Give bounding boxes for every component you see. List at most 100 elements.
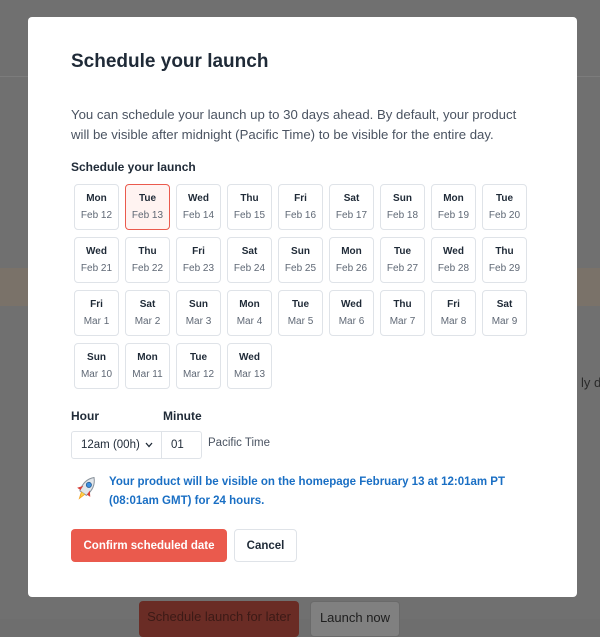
launch-info-text: Your product will be visible on the home… xyxy=(109,476,505,507)
date-option-date: Mar 2 xyxy=(134,316,161,327)
date-grid: Mon Feb 12 Tue Feb 13 Wed Feb 14 Thu Feb 15 Fri F… xyxy=(74,184,534,389)
date-option[interactable]: Thu Feb 22 xyxy=(125,237,170,283)
background-text: ly d xyxy=(581,375,600,390)
date-option[interactable]: Wed Feb 21 xyxy=(74,237,119,283)
date-option-day: Wed xyxy=(86,246,107,257)
date-option[interactable]: Thu Feb 29 xyxy=(482,237,527,283)
date-option-selected[interactable]: Tue Feb 13 xyxy=(125,184,170,230)
date-option[interactable]: Sat Feb 24 xyxy=(227,237,272,283)
date-option-date: Mar 6 xyxy=(338,316,365,327)
date-option-date: Feb 21 xyxy=(80,263,113,274)
date-option-date: Mar 9 xyxy=(491,316,518,327)
date-option[interactable]: Sat Mar 9 xyxy=(482,290,527,336)
date-option-date: Feb 22 xyxy=(131,263,164,274)
date-option-day: Fri xyxy=(192,246,205,257)
date-option[interactable]: Fri Feb 23 xyxy=(176,237,221,283)
date-option-day: Wed xyxy=(341,299,362,310)
date-option-date: Feb 25 xyxy=(284,263,317,274)
date-option-day: Mon xyxy=(137,352,158,363)
date-option[interactable]: Tue Feb 27 xyxy=(380,237,425,283)
date-option[interactable]: Sun Feb 18 xyxy=(380,184,425,230)
date-option[interactable]: Thu Mar 7 xyxy=(380,290,425,336)
date-option[interactable]: Fri Feb 16 xyxy=(278,184,323,230)
time-picker: Hour Minute 12am (00h) Pacific Time xyxy=(71,409,534,469)
date-option-date: Feb 28 xyxy=(437,263,470,274)
date-option-date: Feb 18 xyxy=(386,210,419,221)
date-option-date: Mar 3 xyxy=(185,316,212,327)
date-option-date: Mar 5 xyxy=(287,316,314,327)
date-option-day: Sat xyxy=(496,299,513,310)
background-schedule-button: Schedule launch for later xyxy=(139,601,299,637)
date-option-date: Feb 15 xyxy=(233,210,266,221)
date-option-day: Sat xyxy=(241,246,258,257)
cancel-button[interactable]: Cancel xyxy=(234,529,297,562)
date-section-label: Schedule your launch xyxy=(71,160,196,174)
date-option-date: Feb 26 xyxy=(335,263,368,274)
date-option[interactable]: Tue Mar 5 xyxy=(278,290,323,336)
date-option-date: Mar 13 xyxy=(233,369,266,380)
minute-input[interactable] xyxy=(162,431,202,459)
date-option-date: Mar 1 xyxy=(83,316,110,327)
date-option[interactable]: Sun Mar 10 xyxy=(74,343,119,389)
date-option-day: Tue xyxy=(138,193,157,204)
date-option[interactable]: Tue Mar 12 xyxy=(176,343,221,389)
date-option-day: Tue xyxy=(189,352,208,363)
confirm-scheduled-date-button[interactable]: Confirm scheduled date xyxy=(71,529,227,562)
date-option[interactable]: Sat Mar 2 xyxy=(125,290,170,336)
date-option-date: Mar 10 xyxy=(80,369,113,380)
date-option-date: Feb 19 xyxy=(437,210,470,221)
date-option[interactable]: Tue Feb 20 xyxy=(482,184,527,230)
date-option-day: Sun xyxy=(393,193,412,204)
date-option[interactable]: Thu Feb 15 xyxy=(227,184,272,230)
modal-title: Schedule your launch xyxy=(71,51,269,72)
date-option-date: Feb 12 xyxy=(80,210,113,221)
date-option[interactable]: Wed Mar 13 xyxy=(227,343,272,389)
date-option[interactable]: Mon Mar 11 xyxy=(125,343,170,389)
date-option[interactable]: Mon Feb 12 xyxy=(74,184,119,230)
date-option-day: Tue xyxy=(291,299,310,310)
date-option-date: Mar 7 xyxy=(389,316,416,327)
date-option[interactable]: Sun Feb 25 xyxy=(278,237,323,283)
date-option-date: Feb 27 xyxy=(386,263,419,274)
date-option-date: Feb 20 xyxy=(488,210,521,221)
date-option-day: Sat xyxy=(139,299,156,310)
date-option[interactable]: Wed Mar 6 xyxy=(329,290,374,336)
date-option-date: Feb 23 xyxy=(182,263,215,274)
date-option-date: Feb 17 xyxy=(335,210,368,221)
date-option-date: Mar 4 xyxy=(236,316,263,327)
timezone-label: Pacific Time xyxy=(208,437,270,449)
date-option-day: Fri xyxy=(90,299,103,310)
date-option-day: Fri xyxy=(294,193,307,204)
date-option[interactable]: Wed Feb 14 xyxy=(176,184,221,230)
rocket-icon xyxy=(71,473,109,510)
date-option-day: Sun xyxy=(189,299,208,310)
date-option-day: Fri xyxy=(447,299,460,310)
date-option[interactable]: Mon Mar 4 xyxy=(227,290,272,336)
date-option-day: Mon xyxy=(443,193,464,204)
hour-select-value: 12am (00h) xyxy=(81,439,140,451)
date-option-date: Feb 13 xyxy=(131,210,164,221)
date-option[interactable]: Wed Feb 28 xyxy=(431,237,476,283)
date-option[interactable]: Fri Mar 8 xyxy=(431,290,476,336)
date-option[interactable]: Fri Mar 1 xyxy=(74,290,119,336)
date-option-day: Thu xyxy=(138,246,157,257)
date-option[interactable]: Mon Feb 26 xyxy=(329,237,374,283)
date-option-day: Thu xyxy=(393,299,412,310)
date-option[interactable]: Mon Feb 19 xyxy=(431,184,476,230)
date-option-day: Wed xyxy=(239,352,260,363)
date-option[interactable]: Sun Mar 3 xyxy=(176,290,221,336)
hour-select[interactable]: 12am (00h) xyxy=(71,431,162,459)
date-option-date: Feb 29 xyxy=(488,263,521,274)
date-option-day: Sat xyxy=(343,193,360,204)
date-option-date: Feb 16 xyxy=(284,210,317,221)
date-option[interactable]: Sat Feb 17 xyxy=(329,184,374,230)
date-option-date: Feb 14 xyxy=(182,210,215,221)
date-option-day: Sun xyxy=(291,246,310,257)
modal-actions: Confirm scheduled date Cancel xyxy=(71,529,534,562)
date-option-date: Feb 24 xyxy=(233,263,266,274)
minute-label: Minute xyxy=(163,409,202,423)
date-option-day: Thu xyxy=(240,193,259,204)
date-option-day: Mon xyxy=(239,299,260,310)
chevron-down-icon xyxy=(145,440,153,450)
schedule-launch-modal: Schedule your launch You can schedule yo… xyxy=(28,17,577,597)
